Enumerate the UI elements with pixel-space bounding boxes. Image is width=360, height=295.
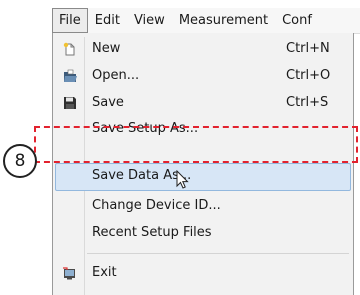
menu-item-recent-setup-files[interactable]: Recent Setup Files xyxy=(53,221,353,245)
menu-item-new[interactable]: New Ctrl+N xyxy=(53,37,353,61)
highlight-dashed-box xyxy=(34,126,358,163)
menu-item-open[interactable]: Open... Ctrl+O xyxy=(53,64,353,88)
menu-item-change-device-id[interactable]: Change Device ID... xyxy=(53,194,353,218)
menu-item-label: Open... xyxy=(92,68,140,83)
menu-separator xyxy=(87,253,349,254)
new-file-icon xyxy=(63,42,75,56)
shortcut-label: Ctrl+N xyxy=(286,41,330,56)
menu-item-save-data-as[interactable]: Save Data As... xyxy=(53,164,353,188)
menu-item-label: Recent Setup Files xyxy=(92,225,212,240)
menu-item-save[interactable]: Save Ctrl+S xyxy=(53,91,353,115)
menu-item-label: Save xyxy=(92,95,124,110)
menu-item-label: New xyxy=(92,41,121,56)
menu-item-label: Change Device ID... xyxy=(92,198,221,213)
callout-number-badge: 8 xyxy=(3,144,37,178)
menu-view[interactable]: View xyxy=(127,9,172,32)
shortcut-label: Ctrl+S xyxy=(286,95,329,110)
exit-icon xyxy=(63,267,75,280)
open-folder-icon xyxy=(64,69,77,82)
menu-file[interactable]: File xyxy=(52,8,88,33)
menu-measurement[interactable]: Measurement xyxy=(172,9,275,32)
mouse-cursor-icon xyxy=(176,170,189,189)
menu-bar: File Edit View Measurement Conf xyxy=(52,8,360,34)
menu-item-exit[interactable]: Exit xyxy=(53,261,353,285)
menu-conf[interactable]: Conf xyxy=(275,9,319,32)
save-disk-icon xyxy=(64,97,76,109)
menu-item-label: Exit xyxy=(92,265,117,280)
file-menu-dropdown: New Ctrl+N Open... Ctrl+O Save Ctrl+S Sa… xyxy=(52,33,354,295)
shortcut-label: Ctrl+O xyxy=(286,68,331,83)
menu-edit[interactable]: Edit xyxy=(88,9,127,32)
